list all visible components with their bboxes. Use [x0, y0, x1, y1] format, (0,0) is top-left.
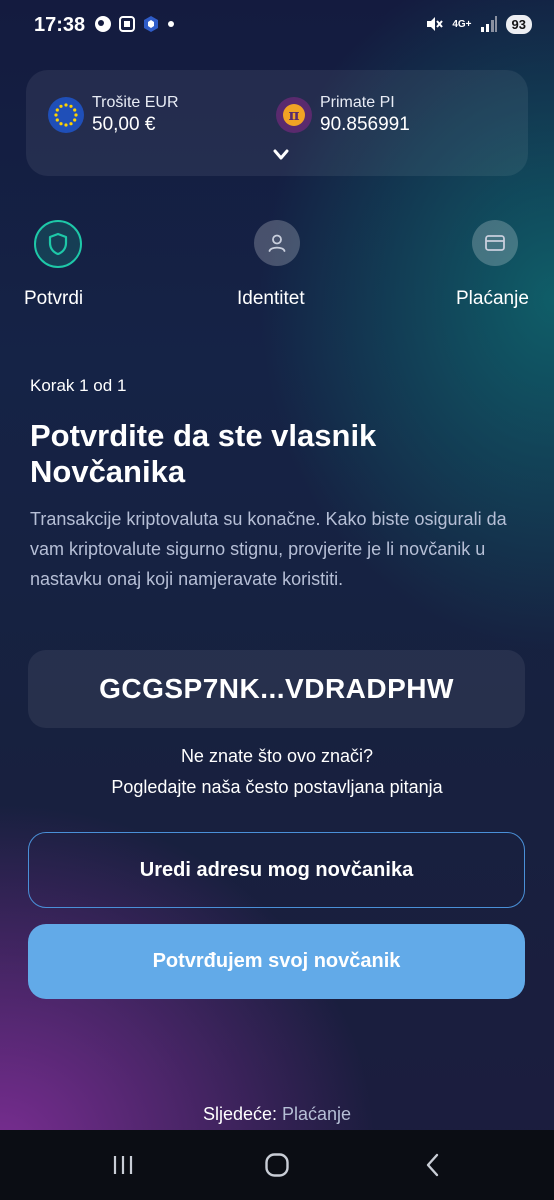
spend-amount: 50,00 € — [92, 114, 156, 135]
faq-link[interactable]: Pogledajte naša često postavljana pitanj… — [0, 777, 554, 798]
home-icon — [265, 1153, 289, 1177]
battery-indicator: 93 — [505, 14, 532, 34]
next-step-prefix: Sljedeće: — [202, 1104, 277, 1124]
next-step-indicator: Sljedeće: Plaćanje — [0, 1104, 554, 1125]
edit-wallet-address-label: Uredi adresu mog novčanika — [139, 858, 414, 881]
confirm-wallet-label: Potvrđujem svoj novčanik — [152, 950, 401, 972]
description-text: Transakcije kriptovaluta su konačne. Kak… — [30, 509, 507, 589]
app-notification-icon — [95, 16, 111, 32]
network-type: 4G+ — [452, 18, 472, 30]
step-confirm-label: Potvrdi — [24, 288, 84, 309]
system-navigation-bar — [0, 1130, 554, 1200]
edit-wallet-address-button[interactable]: Uredi adresu mog novčanika — [28, 832, 525, 908]
step-payment-label: Plaćanje — [456, 288, 529, 309]
home-button[interactable] — [262, 1152, 292, 1178]
system-icons: 4G+ 93 — [424, 14, 532, 34]
more-notifications-icon — [168, 21, 174, 27]
page-title-line2: Novčanika — [30, 454, 186, 489]
step-counter: Korak 1 od 1 — [30, 376, 127, 395]
wallet-address: GCGSP7NK...VDRADPHW — [99, 673, 454, 704]
transaction-summary-card[interactable]: Trošite EUR 50,00 € π Primate PI 90.8569… — [26, 70, 528, 176]
page-title: Potvrdite da ste vlasnik Novčanika — [30, 418, 510, 490]
chevron-down-icon[interactable] — [272, 148, 290, 162]
shield-icon — [48, 232, 68, 256]
spend-currency: Trošite EUR 50,00 € — [48, 94, 179, 136]
page-title-line1: Potvrdite da ste vlasnik — [30, 418, 377, 453]
step-confirm-indicator — [34, 220, 82, 268]
step-identity-indicator — [254, 220, 300, 266]
step-payment-indicator — [472, 220, 518, 266]
spend-label: Trošite EUR — [92, 94, 179, 111]
receive-currency: π Primate PI 90.856991 — [276, 94, 410, 136]
back-button[interactable] — [418, 1152, 448, 1178]
wallet-address-card: GCGSP7NK...VDRADPHW — [28, 650, 525, 728]
receive-label: Primate PI — [320, 94, 395, 111]
recent-apps-button[interactable] — [108, 1152, 138, 1178]
step-confirm: Potvrdi — [24, 220, 83, 309]
recent-apps-icon — [113, 1156, 133, 1174]
step-payment: Plaćanje — [456, 220, 529, 309]
receive-amount: 90.856991 — [320, 114, 410, 135]
help-question: Ne znate što ovo znači? — [180, 746, 374, 766]
status-time: 17:38 — [34, 14, 86, 36]
crypto-app-icon — [144, 16, 158, 32]
svg-text:π: π — [289, 106, 300, 124]
step-identity: Identitet — [237, 220, 305, 309]
confirm-wallet-button[interactable]: Potvrđujem svoj novčanik — [28, 924, 525, 999]
next-step-name: Plaćanje — [282, 1104, 352, 1124]
mute-icon — [427, 17, 444, 31]
eu-flag-icon — [48, 97, 84, 133]
signal-icon — [480, 16, 497, 32]
notification-icons — [94, 15, 176, 33]
status-bar: 17:38 4G+ 93 — [0, 0, 554, 52]
screenshot-icon — [119, 16, 135, 32]
card-icon — [485, 235, 505, 251]
back-icon — [426, 1153, 439, 1177]
pi-coin-icon: π — [276, 97, 312, 133]
step-identity-label: Identitet — [237, 288, 305, 309]
person-icon — [268, 234, 286, 252]
